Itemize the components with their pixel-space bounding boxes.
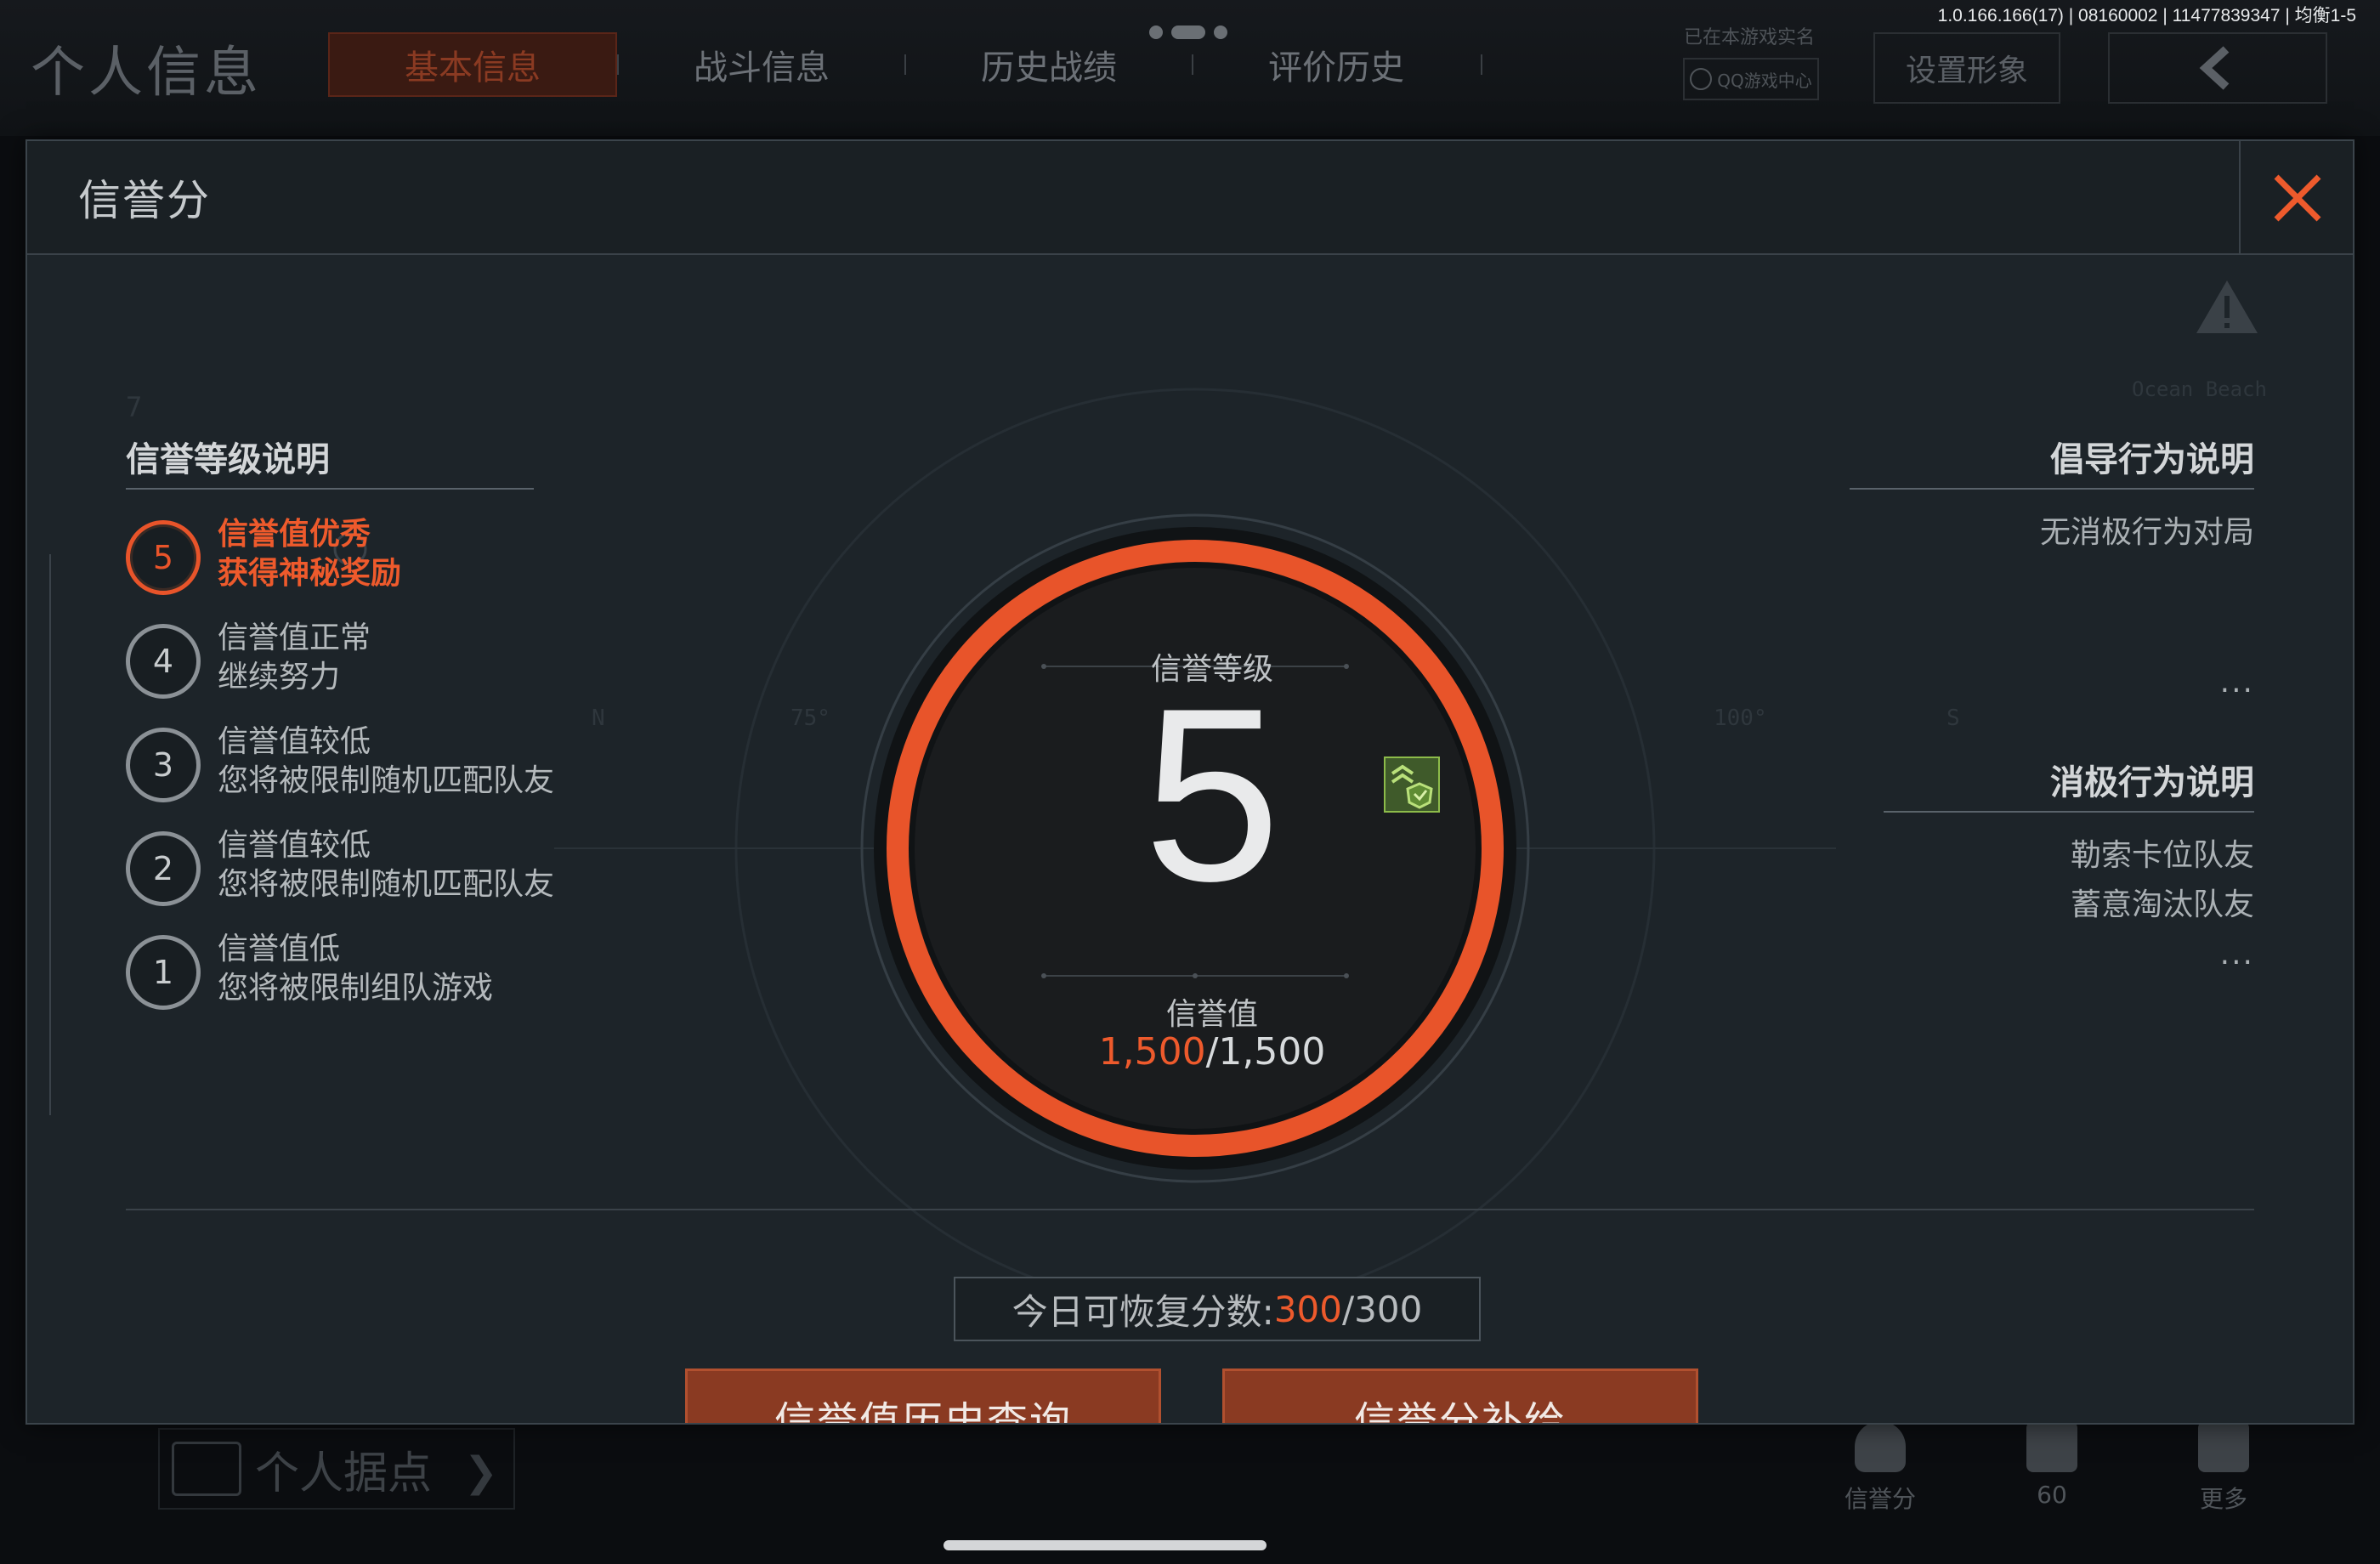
level-description: 信誉值低 您将被限制组队游戏 bbox=[218, 930, 493, 1008]
modal-header: 信誉分 bbox=[27, 141, 2353, 255]
level-number: 4 bbox=[126, 624, 201, 699]
more-dots-icon[interactable] bbox=[1149, 26, 1227, 39]
level-description: 信誉值较低 您将被限制随机匹配队友 bbox=[218, 826, 554, 904]
reputation-history-button[interactable]: 信誉值历史查询 bbox=[685, 1368, 1161, 1423]
qq-center-button[interactable]: QQ游戏中心 bbox=[1683, 58, 1819, 100]
back-button[interactable] bbox=[2108, 32, 2327, 104]
content-divider bbox=[126, 1209, 2254, 1210]
negative-behavior-item: 勒索卡位队友 bbox=[2070, 838, 2254, 873]
like-count: 60 bbox=[2037, 1481, 2067, 1509]
realname-status: 已在本游戏实名 bbox=[1683, 27, 1815, 48]
level-title: 信誉值优秀 bbox=[218, 517, 371, 552]
tab-separator bbox=[1481, 54, 1482, 75]
level-title: 信誉值正常 bbox=[218, 620, 371, 655]
section-rule bbox=[126, 488, 534, 490]
level-number: 1 bbox=[126, 935, 201, 1010]
level-explanation-title: 信誉等级说明 bbox=[126, 440, 330, 479]
level-subtitle: 获得神秘奖励 bbox=[218, 556, 402, 591]
daily-recovery-box: 今日可恢复分数: 300/300 bbox=[954, 1277, 1481, 1341]
personal-base-label: 个人据点 bbox=[255, 1448, 433, 1499]
chevron-left-icon bbox=[2199, 46, 2230, 90]
page-title: 个人信息 bbox=[31, 42, 262, 105]
tab-basic-info[interactable]: 基本信息 bbox=[328, 32, 617, 97]
level-item-2: 2 信誉值较低 您将被限制随机匹配队友 bbox=[126, 826, 721, 911]
level-subtitle: 继续努力 bbox=[218, 660, 341, 694]
qq-center-label: QQ游戏中心 bbox=[1717, 70, 1812, 91]
level-subtitle: 您将被限制随机匹配队友 bbox=[218, 763, 555, 798]
reputation-value: 1,500/1,500 bbox=[1042, 1030, 1382, 1074]
level-description: 信誉值优秀 获得神秘奖励 bbox=[218, 515, 401, 593]
negative-behavior-item: 蓄意淘汰队友 bbox=[2070, 887, 2254, 922]
level-subtitle: 您将被限制随机匹配队友 bbox=[218, 867, 555, 902]
more-shortcut-label: 更多 bbox=[2199, 1485, 2247, 1513]
rank-badge-icon bbox=[1384, 756, 1440, 813]
chevron-right-icon: ❯ bbox=[463, 1448, 498, 1496]
reputation-max: /1,500 bbox=[1205, 1030, 1326, 1074]
modal-body: 7 N 75° 100° S Ocean Beach 信誉等级说明 5 信誉值优… bbox=[27, 257, 2353, 1423]
recovery-label: 今日可恢复分数: bbox=[1012, 1290, 1274, 1333]
base-icon bbox=[172, 1442, 241, 1496]
version-info: 1.0.166.166(17) | 08160002 | 11477839347… bbox=[1937, 6, 2356, 26]
close-button[interactable] bbox=[2239, 141, 2353, 255]
value-label: 信誉值 bbox=[1165, 997, 1258, 1032]
set-image-button[interactable]: 设置形象 bbox=[1873, 32, 2060, 104]
level-description: 信誉值正常 继续努力 bbox=[218, 619, 371, 697]
negative-more: ... bbox=[2219, 937, 2254, 972]
level-number: 5 bbox=[126, 520, 201, 595]
tab-battle-info[interactable]: 战斗信息 bbox=[617, 32, 906, 97]
level-title: 信誉值较低 bbox=[218, 828, 371, 863]
thumbs-up-icon bbox=[2026, 1421, 2077, 1472]
level-subtitle: 您将被限制组队游戏 bbox=[218, 971, 494, 1006]
reputation-shortcut[interactable]: 信誉分 bbox=[1821, 1421, 1940, 1515]
level-timeline bbox=[49, 554, 51, 1115]
level-item-1: 1 信誉值低 您将被限制组队游戏 bbox=[126, 930, 721, 1015]
positive-more: ... bbox=[2219, 665, 2254, 700]
level-title: 信誉值低 bbox=[218, 932, 341, 966]
current-level-number: 5 bbox=[1143, 657, 1281, 932]
recovery-max: /300 bbox=[1342, 1288, 1423, 1330]
level-number: 2 bbox=[126, 831, 201, 906]
recovery-current: 300 bbox=[1273, 1288, 1342, 1330]
home-indicator[interactable] bbox=[944, 1540, 1266, 1550]
reputation-current: 1,500 bbox=[1098, 1030, 1206, 1074]
personal-base-button[interactable]: 个人据点 ❯ bbox=[158, 1428, 515, 1510]
positive-behavior-item: 无消极行为对局 bbox=[2039, 515, 2254, 550]
reputation-supplement-button[interactable]: 信誉分补给 bbox=[1222, 1368, 1698, 1423]
more-shortcut[interactable]: 更多 bbox=[2164, 1421, 2283, 1515]
modal-title: 信誉分 bbox=[78, 176, 211, 225]
positive-behavior-title: 倡导行为说明 bbox=[2050, 440, 2254, 479]
level-description: 信誉值较低 您将被限制随机匹配队友 bbox=[218, 722, 554, 801]
shield-star-icon bbox=[1855, 1421, 1906, 1472]
level-title: 信誉值较低 bbox=[218, 724, 371, 759]
level-number: 3 bbox=[126, 728, 201, 802]
grid-icon bbox=[2198, 1421, 2249, 1472]
section-rule bbox=[1884, 811, 2254, 813]
reputation-modal: 信誉分 7 N 75° 100° S Ocean Beach 信誉等级说明 5 … bbox=[26, 139, 2354, 1425]
negative-behavior-title: 消极行为说明 bbox=[2050, 763, 2254, 802]
level-item-3: 3 信誉值较低 您将被限制随机匹配队友 bbox=[126, 722, 721, 808]
tab-history-record[interactable]: 历史战绩 bbox=[904, 32, 1193, 97]
tab-review-history[interactable]: 评价历史 bbox=[1192, 32, 1481, 97]
reputation-shortcut-label: 信誉分 bbox=[1844, 1485, 1916, 1513]
qq-icon bbox=[1690, 68, 1713, 90]
like-shortcut[interactable]: 60 bbox=[1992, 1421, 2111, 1509]
level-item-5: 5 信誉值优秀 获得神秘奖励 bbox=[126, 515, 721, 600]
close-icon bbox=[2274, 174, 2321, 222]
section-rule bbox=[1850, 488, 2254, 490]
level-item-4: 4 信誉值正常 继续努力 bbox=[126, 619, 721, 704]
